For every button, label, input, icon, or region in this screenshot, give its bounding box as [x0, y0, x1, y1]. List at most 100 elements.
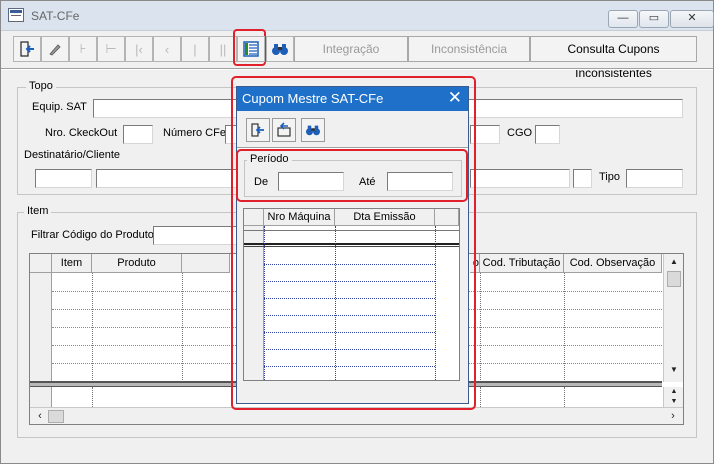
footer-indicator [30, 387, 52, 407]
spin-up-icon[interactable]: ▲ [666, 387, 682, 396]
de-label: De [254, 176, 269, 188]
grid-vline [182, 273, 183, 384]
topo-legend: Topo [26, 80, 56, 92]
prev-button[interactable]: ‹ [153, 36, 181, 62]
dialog-title: Cupom Mestre SAT-CFe [242, 91, 384, 106]
dialog-exit-button[interactable] [246, 118, 270, 142]
column-header-blank[interactable] [182, 254, 230, 273]
scroll-down-icon[interactable]: ▼ [666, 365, 682, 379]
first-button[interactable]: |‹ [125, 36, 153, 62]
filtrar-codigo-label: Filtrar Código do Produto [31, 229, 154, 241]
de-date-field[interactable] [278, 172, 344, 191]
cupom-row-indicator [244, 226, 264, 380]
inconsistencia-button[interactable]: Inconsistência [408, 36, 530, 62]
column-header-produto[interactable]: Produto [92, 254, 182, 273]
cupom-mestre-button[interactable] [237, 36, 265, 62]
hscroll-thumb[interactable] [48, 410, 64, 423]
last-icon: || [219, 41, 227, 57]
scroll-thumb[interactable] [667, 271, 681, 287]
cupom-vline [264, 226, 265, 380]
binoculars-icon [272, 44, 288, 55]
integracao-button[interactable]: Integração [294, 36, 408, 62]
edit-button[interactable] [41, 36, 69, 62]
column-header-filler [435, 209, 459, 226]
grid-vline [480, 387, 481, 407]
periodo-legend: Período [247, 153, 292, 165]
cupom-hline [264, 281, 435, 282]
grid-vline [92, 273, 93, 384]
grid-corner [30, 254, 52, 273]
tree-icon: ⊢ [105, 41, 117, 56]
cupom-hline [264, 366, 435, 367]
consulta-cupons-button[interactable]: Consulta Cupons Inconsistentes [530, 36, 697, 80]
ate-date-field[interactable] [387, 172, 453, 191]
footer-spin[interactable]: ▲ ▼ [663, 387, 683, 407]
cupom-hline [264, 298, 435, 299]
grid-vline [480, 273, 481, 384]
export-icon [277, 122, 291, 137]
equip-sat-label: Equip. SAT [32, 101, 87, 113]
destinatario-label: Destinatário/Cliente [21, 149, 123, 161]
cupom-hline [264, 315, 435, 316]
cupom-hline [264, 332, 435, 333]
column-header-dta-emissao[interactable]: Dta Emissão [335, 209, 435, 226]
item-legend: Item [24, 205, 52, 217]
cgo-field[interactable] [535, 125, 560, 144]
next-button[interactable]: | [181, 36, 209, 62]
grid-vline [564, 273, 565, 384]
exit-button[interactable] [13, 36, 41, 62]
tipo-label: Tipo [599, 171, 620, 183]
tree-button-2[interactable]: ⊢ [97, 36, 125, 62]
maximize-button[interactable]: ▭ [639, 10, 669, 28]
minimize-button[interactable]: — [608, 10, 638, 28]
cupom-grid-separator [244, 243, 459, 247]
dialog-title-bar[interactable]: Cupom Mestre SAT-CFe ✕ [237, 87, 468, 111]
nro-checkout-field[interactable] [123, 125, 153, 144]
nro-checkout-label: Nro. CkeckOut [45, 127, 118, 139]
prev-icon: ‹ [164, 41, 170, 57]
close-icon: ✕ [687, 12, 697, 24]
column-header-item[interactable]: Item [52, 254, 92, 273]
dialog-close-button[interactable]: ✕ [448, 88, 462, 108]
binoculars-icon [306, 125, 320, 136]
column-header-cod-tributacao[interactable]: Cod. Tributação [480, 254, 564, 273]
tree-button-1[interactable]: ⊦ [69, 36, 97, 62]
cupom-vline [335, 226, 336, 380]
title-bar[interactable] [1, 1, 713, 31]
scroll-right-icon[interactable]: › [666, 410, 680, 423]
column-header-cod-observacao[interactable]: Cod. Observação [564, 254, 662, 273]
window-title: SAT-CFe [31, 9, 80, 23]
app-icon [8, 8, 24, 22]
exit-door-icon [20, 41, 34, 57]
close-icon: ✕ [447, 88, 462, 107]
column-header-nro-maquina[interactable]: Nro Máquina [264, 209, 335, 226]
cupom-header-rule [244, 230, 459, 231]
scroll-left-icon[interactable]: ‹ [33, 410, 47, 423]
cupom-grid[interactable]: Nro Máquina Dta Emissão [243, 208, 460, 381]
dialog-search-button[interactable] [301, 118, 325, 142]
destinatario-uf-field[interactable] [573, 169, 592, 188]
destinatario-code-field[interactable] [35, 169, 92, 188]
minimize-icon: — [617, 12, 629, 24]
search-button[interactable] [266, 36, 294, 62]
grid-vline [564, 387, 565, 407]
spin-down-icon[interactable]: ▼ [666, 397, 682, 406]
next-icon: | [193, 41, 197, 57]
scroll-up-icon[interactable]: ▲ [666, 257, 682, 271]
destinatario-name-field[interactable] [96, 169, 238, 188]
cupom-hline [264, 264, 435, 265]
cupom-grid-corner [244, 209, 264, 226]
close-button[interactable]: ✕ [670, 10, 714, 28]
exit-door-icon [251, 123, 264, 137]
list-document-icon [243, 41, 259, 57]
item-grid-vscrollbar[interactable]: ▲ ▼ [663, 254, 683, 382]
dialog-export-button[interactable] [272, 118, 296, 142]
tipo-field[interactable] [626, 169, 683, 188]
pencil-icon [49, 44, 61, 56]
numero-cfe-label: Número CFe [163, 127, 226, 139]
cupom-vline [435, 226, 436, 380]
cupom-selected-row[interactable] [264, 226, 435, 243]
destinatario-doc-field[interactable] [470, 169, 570, 188]
cupom-hline [264, 349, 435, 350]
filtrar-codigo-field[interactable] [153, 226, 237, 245]
